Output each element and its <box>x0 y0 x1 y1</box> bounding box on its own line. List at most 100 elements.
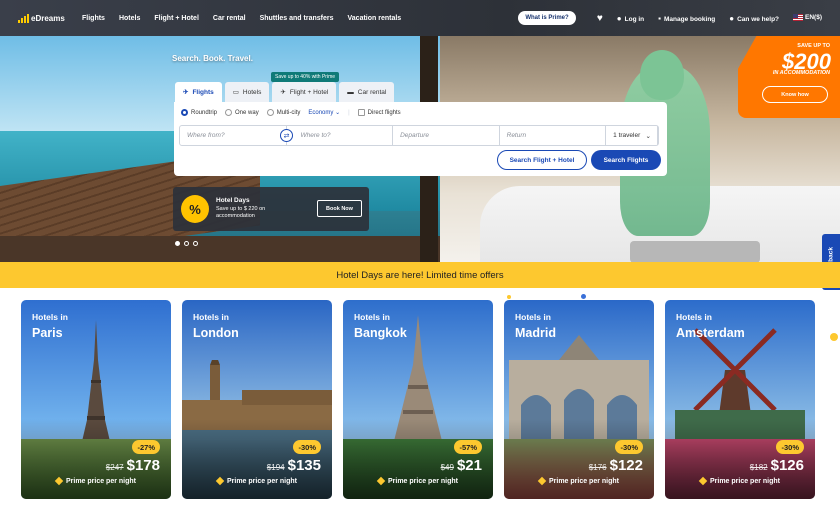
hotel-card-bangkok[interactable]: Hotels in Bangkok -57% $49 $21 Prime pric… <box>343 300 493 499</box>
cabin-class-select[interactable]: Economy ⌄ <box>308 109 340 116</box>
roundtrip-label: Roundtrip <box>191 110 218 117</box>
hero-tagline: Search. Book. Travel. <box>172 54 253 63</box>
logo-text: eDreams <box>31 13 65 23</box>
tab-hotels[interactable]: ▭ Hotels <box>224 82 270 102</box>
manage-booking-link[interactable]: ▪ Manage booking <box>658 14 715 23</box>
new-price: $126 <box>770 457 804 474</box>
divider: | <box>348 109 350 116</box>
one-way-label: One way <box>235 110 259 117</box>
know-how-button[interactable]: Know how <box>762 86 828 103</box>
language-selector[interactable]: EN($) <box>793 14 822 22</box>
nav-flights[interactable]: Flights <box>82 15 105 22</box>
swap-icon[interactable]: ⇄ <box>280 129 293 142</box>
nav-hotels[interactable]: Hotels <box>119 15 140 22</box>
nav-vacation-rentals[interactable]: Vacation rentals <box>348 15 402 22</box>
new-price: $21 <box>456 457 482 474</box>
user-icon: ● <box>616 13 622 23</box>
carousel-dot[interactable] <box>193 241 198 246</box>
diamond-icon <box>215 476 225 486</box>
new-price: $122 <box>609 457 643 474</box>
tab-flight-hotel-label: Flight + Hotel <box>289 88 329 96</box>
search-flight-hotel-button[interactable]: Search Flight + Hotel <box>497 150 587 170</box>
travelers-label: 1 traveler <box>613 132 641 139</box>
nav-car-rental[interactable]: Car rental <box>213 15 246 22</box>
hotel-cards: Hotels in Paris -27% $247 $178 Prime pric… <box>21 300 815 499</box>
nav-shuttles[interactable]: Shuttles and transfers <box>260 15 334 22</box>
carousel-dot[interactable] <box>184 241 189 246</box>
radio-icon <box>266 109 274 116</box>
diamond-icon <box>54 476 64 486</box>
travelers-select[interactable]: 1 traveler ⌄ <box>606 126 658 145</box>
prime-price-label: Prime price per night <box>343 476 493 486</box>
cabin-class-label: Economy <box>308 110 334 117</box>
roundtrip-radio[interactable]: Roundtrip <box>181 109 217 116</box>
radio-selected-icon <box>181 109 188 116</box>
plane-icon: ✈ <box>183 89 189 96</box>
multi-city-label: Multi-city <box>276 110 301 117</box>
prime-price-label: Prime price per night <box>21 476 171 486</box>
return-input[interactable]: Return <box>500 126 607 145</box>
help-label: Can we help? <box>737 15 780 23</box>
prime-price-label: Prime price per night <box>182 476 332 486</box>
promo-subtext: IN ACCOMMODATION <box>772 70 830 76</box>
card-subtitle: Hotels in <box>193 312 229 322</box>
tab-flights[interactable]: ✈ Flights <box>175 82 222 102</box>
hotel-card-paris[interactable]: Hotels in Paris -27% $247 $178 Prime pric… <box>21 300 171 499</box>
login-link[interactable]: ● Log in <box>617 14 644 23</box>
help-link[interactable]: ● Can we help? <box>729 14 779 23</box>
departure-input[interactable]: Departure <box>393 126 500 145</box>
where-to-input[interactable]: Where to? <box>287 126 394 145</box>
help-icon: ● <box>729 13 735 23</box>
hotel-card-amsterdam[interactable]: Hotels in Amsterdam -30% $182 $126 Prime … <box>665 300 815 499</box>
hotel-card-madrid[interactable]: Hotels in Madrid -30% $176 $122 Prime pri… <box>504 300 654 499</box>
prime-savings-badge: Save up to 40% with Prime <box>271 72 340 82</box>
book-now-button[interactable]: Book Now <box>317 200 362 217</box>
tab-hotels-label: Hotels <box>242 88 262 96</box>
heart-icon[interactable]: ♥ <box>597 13 603 24</box>
decor-dot <box>581 294 586 299</box>
old-price: $247 <box>105 463 124 472</box>
decor-dot <box>507 295 511 299</box>
card-city: Paris <box>32 326 63 340</box>
search-panel: Roundtrip One way Multi-city Economy ⌄ |… <box>174 102 667 176</box>
search-tabs: ✈ Flights ▭ Hotels ✈ Flight + Hotel ▬ Car re… <box>175 82 395 102</box>
card-subtitle: Hotels in <box>354 312 390 322</box>
nav-flight-hotel[interactable]: Flight + Hotel <box>154 15 199 22</box>
radio-icon <box>225 109 233 116</box>
promo-badge: SAVE UP TO $200 IN ACCOMMODATION Know ho… <box>738 36 840 118</box>
percent-icon: % <box>181 195 209 223</box>
prime-price-text: Prime price per night <box>548 478 620 485</box>
old-price: $182 <box>749 463 768 472</box>
prime-price-label: Prime price per night <box>665 476 815 486</box>
checkbox-icon <box>357 109 365 116</box>
prime-price-label: Prime price per night <box>504 476 654 486</box>
search-flights-button[interactable]: Search Flights <box>591 150 661 170</box>
tab-car-rental-label: Car rental <box>357 88 387 96</box>
logo-mark-icon <box>18 13 29 23</box>
new-price: $178 <box>126 457 160 474</box>
diamond-icon <box>698 476 708 486</box>
edreams-logo[interactable]: eDreams <box>18 13 78 23</box>
statue-head <box>640 50 684 100</box>
card-subtitle: Hotels in <box>32 312 68 322</box>
discount-badge: -57% <box>454 440 482 454</box>
tab-flight-hotel[interactable]: ✈ Flight + Hotel <box>272 82 337 102</box>
hotel-card-london[interactable]: Hotels in London -30% $194 $135 Prime pri… <box>182 300 332 499</box>
where-from-input[interactable]: Where from? <box>180 126 287 145</box>
direct-flights-checkbox[interactable]: Direct flights <box>357 109 401 116</box>
hotel-days-banner[interactable]: Hotel Days are here! Limited time offers <box>0 262 840 288</box>
what-is-prime-button[interactable]: What is Prime? <box>518 11 576 25</box>
old-price: $176 <box>588 463 607 472</box>
hero-floor <box>0 236 480 262</box>
tab-car-rental[interactable]: ▬ Car rental <box>339 82 395 102</box>
multi-city-radio[interactable]: Multi-city <box>266 109 301 117</box>
one-way-radio[interactable]: One way <box>225 109 259 116</box>
prime-price-text: Prime price per night <box>65 478 137 485</box>
card-city: London <box>193 326 239 340</box>
login-label: Log in <box>624 15 645 23</box>
prime-price-text: Prime price per night <box>387 478 459 485</box>
hotel-days-title: Hotel Days <box>216 197 250 204</box>
card-city: Amsterdam <box>676 326 745 340</box>
top-nav: eDreams Flights Hotels Flight + Hotel Ca… <box>0 0 840 36</box>
carousel-dot-active[interactable] <box>175 241 180 246</box>
